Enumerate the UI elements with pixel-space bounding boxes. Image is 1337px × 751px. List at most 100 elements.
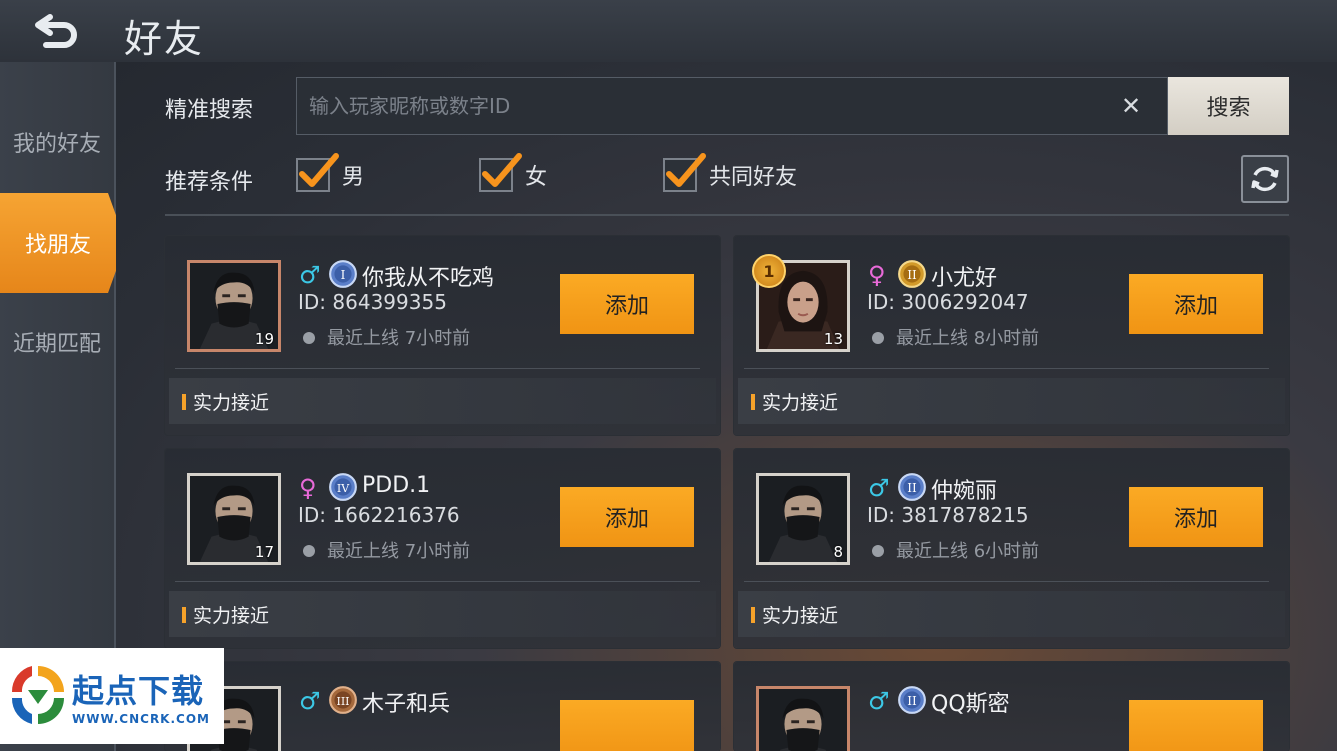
clear-search-button[interactable]: ✕ — [1111, 86, 1151, 126]
svg-text:II: II — [907, 481, 917, 495]
tag-marker — [751, 607, 755, 623]
offline-dot-icon — [303, 545, 315, 557]
watermark-title: 起点下载 — [72, 672, 205, 710]
svg-text:III: III — [336, 695, 349, 708]
last-online: 最近上线 7小时前 — [327, 541, 471, 562]
player-card: 8 ♂ II 仲婉丽 ID: 3817878215 最近上线 6小时前 添加 实… — [734, 449, 1289, 648]
card-divider — [744, 581, 1269, 582]
sidebar-item-my-friends[interactable]: 我的好友 — [0, 92, 114, 192]
download-logo-icon — [11, 666, 64, 724]
sidebar-item-find-friends[interactable]: 找朋友 — [0, 193, 116, 293]
offline-dot-icon — [303, 332, 315, 344]
add-friend-button[interactable]: 添加 — [1129, 487, 1263, 547]
level-badge: 13 — [823, 330, 843, 348]
filter-male[interactable]: 男 — [296, 153, 365, 192]
add-friend-button[interactable]: 添加 — [560, 487, 694, 547]
divider — [165, 214, 1289, 216]
svg-text:II: II — [907, 694, 917, 708]
rank-icon: IV — [328, 472, 358, 506]
last-online: 最近上线 6小时前 — [896, 541, 1040, 562]
avatar[interactable] — [756, 686, 850, 751]
refresh-button[interactable] — [1241, 155, 1289, 203]
player-name: 木子和兵 — [362, 692, 451, 717]
player-name: 小尤好 — [931, 266, 998, 291]
tag-marker — [751, 394, 755, 410]
close-icon: ✕ — [1120, 92, 1142, 120]
offline-dot-icon — [872, 332, 884, 344]
svg-text:II: II — [907, 268, 917, 282]
card-divider — [175, 581, 700, 582]
player-name: 你我从不吃鸡 — [362, 266, 495, 291]
recommend-reason: 实力接近 — [762, 605, 839, 627]
filter-label: 推荐条件 — [165, 170, 254, 195]
player-id: ID: 864399355 — [298, 290, 447, 314]
svg-text:I: I — [341, 268, 346, 282]
player-card: 13 1 ♀ II 小尤好 ID: 3006292047 最近上线 8小时前 添… — [734, 236, 1289, 435]
rank-icon: I — [328, 259, 358, 293]
tag-bar: 实力接近 — [738, 378, 1285, 424]
back-arrow-icon — [35, 14, 77, 48]
rank-icon: II — [897, 259, 927, 293]
player-id: ID: 3817878215 — [867, 503, 1029, 527]
search-button[interactable]: 搜索 — [1168, 77, 1289, 135]
tag-marker — [182, 607, 186, 623]
offline-dot-icon — [872, 545, 884, 557]
recommend-reason: 实力接近 — [762, 392, 839, 414]
checkmark-icon — [482, 153, 522, 187]
refresh-icon — [1251, 166, 1279, 192]
player-name: 仲婉丽 — [931, 479, 998, 504]
female-icon: ♀ — [299, 474, 317, 502]
back-button[interactable] — [28, 10, 88, 52]
watermark-url: WWW.CNCRK.COM — [72, 712, 210, 726]
player-name: PDD.1 — [362, 473, 431, 498]
rank-icon: III — [328, 685, 358, 719]
page-title: 好友 — [124, 17, 205, 61]
tag-bar: 实力接近 — [169, 378, 716, 424]
rank-icon: II — [897, 685, 927, 719]
player-card: ♂ II QQ斯密 — [734, 662, 1289, 751]
add-friend-button[interactable] — [560, 700, 694, 751]
avatar[interactable]: 17 — [187, 473, 281, 565]
filter-male-label: 男 — [342, 165, 365, 190]
rank-icon: II — [897, 472, 927, 506]
filter-mutual-friends-label: 共同好友 — [709, 165, 798, 190]
watermark-logo: 起点下载 WWW.CNCRK.COM — [0, 648, 224, 744]
svg-text:IV: IV — [337, 482, 350, 495]
male-icon: ♂ — [299, 261, 321, 289]
player-card: 19 ♂ I 你我从不吃鸡 ID: 864399355 最近上线 7小时前 添加… — [165, 236, 720, 435]
tag-bar: 实力接近 — [169, 591, 716, 637]
tag-marker — [182, 394, 186, 410]
checkbox-mutual-friends[interactable] — [663, 153, 706, 192]
checkmark-icon — [666, 153, 706, 187]
add-friend-button[interactable]: 添加 — [1129, 274, 1263, 334]
add-friend-button[interactable] — [1129, 700, 1263, 751]
last-online: 最近上线 8小时前 — [896, 328, 1040, 349]
player-card: 17 ♀ IV PDD.1 ID: 1662216376 最近上线 7小时前 添… — [165, 449, 720, 648]
filter-mutual-friends[interactable]: 共同好友 — [663, 153, 798, 192]
player-id: ID: 1662216376 — [298, 503, 460, 527]
recommend-reason: 实力接近 — [193, 605, 270, 627]
level-badge: 17 — [254, 543, 274, 561]
filter-female[interactable]: 女 — [479, 153, 547, 192]
search-box: ✕ — [296, 77, 1168, 135]
medal-icon: 1 — [752, 254, 786, 288]
male-icon: ♂ — [868, 474, 890, 502]
sidebar-item-recent-matches[interactable]: 近期匹配 — [0, 292, 114, 392]
card-divider — [175, 368, 700, 369]
checkbox-male[interactable] — [296, 153, 339, 192]
male-icon: ♂ — [868, 687, 890, 715]
male-icon: ♂ — [299, 687, 321, 715]
female-icon: ♀ — [868, 261, 886, 289]
tag-bar: 实力接近 — [738, 591, 1285, 637]
recommend-reason: 实力接近 — [193, 392, 270, 414]
avatar[interactable]: 19 — [187, 260, 281, 352]
level-badge: 19 — [254, 330, 274, 348]
player-card: ♂ III 木子和兵 — [165, 662, 720, 751]
avatar[interactable]: 8 — [756, 473, 850, 565]
checkbox-female[interactable] — [479, 153, 522, 192]
search-label: 精准搜索 — [165, 98, 254, 123]
checkmark-icon — [299, 153, 339, 187]
search-input[interactable] — [297, 93, 1111, 119]
add-friend-button[interactable]: 添加 — [560, 274, 694, 334]
level-badge: 8 — [833, 543, 843, 561]
